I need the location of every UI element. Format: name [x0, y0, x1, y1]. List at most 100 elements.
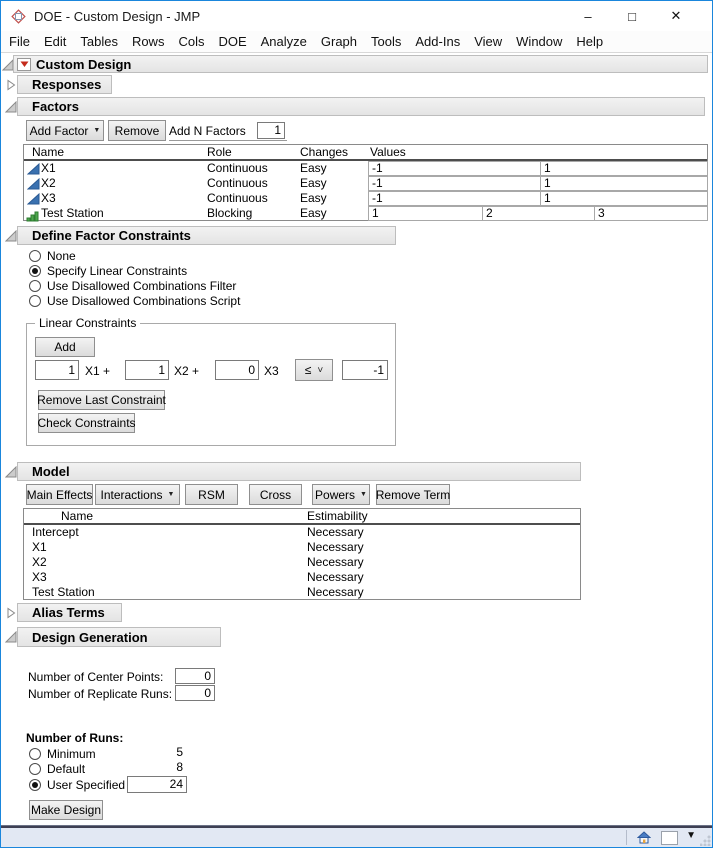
- minimize-button[interactable]: –: [566, 1, 610, 31]
- check-constraints-button[interactable]: Check Constraints: [37, 413, 136, 433]
- factor-row-x2[interactable]: X2 Continuous Easy -1 1: [24, 176, 708, 191]
- interactions-button[interactable]: Interactions: [95, 484, 180, 505]
- factor-value-cell[interactable]: 2: [482, 206, 595, 221]
- remove-term-button[interactable]: Remove Term: [376, 484, 450, 505]
- radio-specify-linear-constraints[interactable]: Specify Linear Constraints: [29, 264, 187, 278]
- menu-window[interactable]: Window: [509, 31, 569, 52]
- radio-runs-default[interactable]: Default: [29, 762, 85, 776]
- maximize-button[interactable]: □: [610, 1, 654, 31]
- section-custom-design[interactable]: Custom Design: [13, 55, 708, 73]
- factor-value-cell[interactable]: -1: [368, 191, 541, 206]
- model-row-test-station[interactable]: Test Station Necessary: [24, 585, 580, 600]
- disclosure-factors-icon[interactable]: [4, 100, 17, 113]
- section-model[interactable]: Model: [17, 462, 581, 481]
- factor-role[interactable]: Continuous: [207, 176, 268, 191]
- replicate-runs-input[interactable]: 0: [175, 685, 215, 701]
- remove-last-constraint-button[interactable]: Remove Last Constraint: [37, 390, 166, 410]
- factor-value-cell[interactable]: 3: [594, 206, 708, 221]
- default-runs-value: 8: [176, 760, 183, 774]
- menu-graph[interactable]: Graph: [314, 31, 364, 52]
- menu-rows[interactable]: Rows: [125, 31, 172, 52]
- factor-value-cell[interactable]: 1: [368, 206, 483, 221]
- factor-changes[interactable]: Easy: [300, 161, 327, 176]
- section-constraints[interactable]: Define Factor Constraints: [17, 226, 396, 245]
- factor-value-cell[interactable]: -1: [368, 176, 541, 191]
- coef-x3-input[interactable]: 0: [215, 360, 259, 380]
- section-responses[interactable]: Responses: [17, 75, 112, 94]
- disclosure-constraints-icon[interactable]: [4, 229, 17, 242]
- factor-role[interactable]: Continuous: [207, 161, 268, 176]
- main-effects-button[interactable]: Main Effects: [26, 484, 93, 505]
- center-points-input[interactable]: 0: [175, 668, 215, 684]
- factor-value-cell[interactable]: -1: [368, 161, 541, 176]
- powers-button[interactable]: Powers: [312, 484, 370, 505]
- add-constraint-button[interactable]: Add: [35, 337, 95, 357]
- menu-addins[interactable]: Add-Ins: [408, 31, 467, 52]
- rsm-button[interactable]: RSM: [185, 484, 238, 505]
- close-button[interactable]: ✕: [654, 1, 698, 31]
- radio-none[interactable]: None: [29, 249, 76, 263]
- model-row-x1[interactable]: X1 Necessary: [24, 540, 580, 555]
- make-design-button[interactable]: Make Design: [29, 800, 103, 820]
- disclosure-design-generation-icon[interactable]: [4, 630, 17, 643]
- titlebar[interactable]: DOE - Custom Design - JMP – □ ✕: [1, 1, 712, 31]
- model-term-estimability[interactable]: Necessary: [307, 570, 364, 585]
- model-row-x2[interactable]: X2 Necessary: [24, 555, 580, 570]
- alias-terms-title: Alias Terms: [32, 605, 105, 620]
- coef-x1-input[interactable]: 1: [35, 360, 79, 380]
- factor-changes[interactable]: Easy: [300, 191, 327, 206]
- factor-role[interactable]: Blocking: [207, 206, 252, 221]
- col-name: Name: [32, 145, 65, 159]
- menu-view[interactable]: View: [467, 31, 509, 52]
- cross-button[interactable]: Cross: [249, 484, 302, 505]
- disclosure-responses-icon[interactable]: [5, 78, 17, 91]
- factor-row-x1[interactable]: X1 Continuous Easy -1 1: [24, 161, 708, 176]
- factor-role[interactable]: Continuous: [207, 191, 268, 206]
- factor-value-cell[interactable]: 1: [540, 161, 708, 176]
- constraint-bound-input[interactable]: -1: [342, 360, 388, 380]
- inequality-dropdown[interactable]: ≤: [295, 359, 333, 381]
- user-runs-input[interactable]: 24: [127, 776, 187, 793]
- remove-factor-button[interactable]: Remove: [108, 120, 166, 141]
- red-triangle-menu-icon[interactable]: [17, 57, 31, 71]
- section-design-generation[interactable]: Design Generation: [17, 627, 221, 647]
- model-term-estimability[interactable]: Necessary: [307, 555, 364, 570]
- window-list-box-icon[interactable]: [661, 831, 678, 845]
- model-term-name: Test Station: [32, 585, 95, 599]
- factor-row-x3[interactable]: X3 Continuous Easy -1 1: [24, 191, 708, 206]
- factor-row-test-station[interactable]: Test Station Blocking Easy 1 2 3: [24, 206, 708, 222]
- model-term-estimability[interactable]: Necessary: [307, 540, 364, 555]
- add-factor-button[interactable]: Add Factor: [26, 120, 104, 141]
- model-term-estimability[interactable]: Necessary: [307, 585, 364, 600]
- menu-edit[interactable]: Edit: [37, 31, 73, 52]
- model-row-intercept[interactable]: Intercept Necessary: [24, 525, 580, 540]
- radio-disallowed-filter[interactable]: Use Disallowed Combinations Filter: [29, 279, 236, 293]
- menu-cols[interactable]: Cols: [171, 31, 211, 52]
- add-n-factors-input[interactable]: 1: [257, 122, 285, 139]
- factor-value-cell[interactable]: 1: [540, 176, 708, 191]
- disclosure-alias-terms-icon[interactable]: [5, 606, 17, 619]
- model-row-x3[interactable]: X3 Necessary: [24, 570, 580, 585]
- status-dropdown-icon[interactable]: ▼: [686, 830, 696, 841]
- menu-tools[interactable]: Tools: [364, 31, 408, 52]
- radio-runs-user-specified[interactable]: User Specified: [29, 778, 125, 792]
- menu-file[interactable]: File: [2, 31, 37, 52]
- factor-changes[interactable]: Easy: [300, 176, 327, 191]
- disclosure-model-icon[interactable]: [4, 465, 17, 478]
- section-factors[interactable]: Factors: [17, 97, 705, 116]
- radio-runs-minimum[interactable]: Minimum: [29, 747, 96, 761]
- factor-value-cell[interactable]: 1: [540, 191, 708, 206]
- menu-doe[interactable]: DOE: [211, 31, 253, 52]
- menu-analyze[interactable]: Analyze: [254, 31, 314, 52]
- responses-title: Responses: [32, 77, 102, 92]
- coef-x2-input[interactable]: 1: [125, 360, 169, 380]
- replicate-runs-label: Number of Replicate Runs:: [28, 687, 173, 701]
- menu-tables[interactable]: Tables: [73, 31, 125, 52]
- menu-help[interactable]: Help: [569, 31, 610, 52]
- section-alias-terms[interactable]: Alias Terms: [17, 603, 122, 622]
- factor-changes[interactable]: Easy: [300, 206, 327, 221]
- radio-disallowed-script[interactable]: Use Disallowed Combinations Script: [29, 294, 240, 308]
- resize-grip[interactable]: [700, 835, 711, 846]
- model-term-estimability[interactable]: Necessary: [307, 525, 364, 540]
- home-icon[interactable]: [636, 831, 652, 847]
